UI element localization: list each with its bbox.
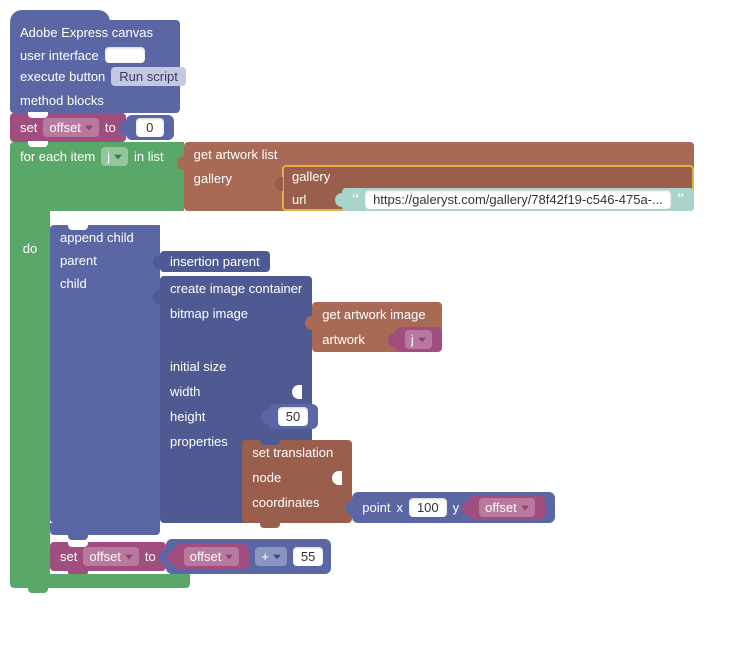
var-offset-dropdown-3[interactable]: offset	[83, 547, 139, 566]
set-offset-block[interactable]: set offset to 0	[10, 113, 738, 142]
append-child-bottom	[50, 523, 160, 535]
chevron-down-icon	[225, 554, 233, 560]
in-list-label: in list	[134, 149, 164, 164]
to-label-2: to	[145, 549, 156, 564]
url-string-block[interactable]: “ https://galeryst.com/gallery/78f42f19-…	[342, 188, 694, 211]
chevron-down-icon	[521, 505, 529, 511]
chevron-down-icon	[418, 337, 426, 343]
url-input[interactable]: https://galeryst.com/gallery/78f42f19-c5…	[365, 190, 671, 209]
gallery-label: gallery	[184, 167, 242, 211]
run-script-button[interactable]: Run script	[111, 67, 186, 86]
initial-size-label: initial size	[160, 354, 312, 379]
url-label: url	[282, 188, 342, 211]
height-label: height	[160, 404, 268, 429]
chevron-down-icon	[85, 125, 93, 131]
chevron-down-icon	[114, 154, 122, 160]
rhs-value[interactable]: 55	[293, 547, 323, 566]
ui-slot[interactable]	[105, 47, 145, 63]
parent-label: parent	[50, 250, 160, 273]
var-j-dropdown[interactable]: j	[101, 147, 128, 166]
get-artwork-list-title: get artwork list	[184, 142, 694, 167]
insertion-parent-block[interactable]: insertion parent	[160, 251, 270, 272]
node-label: node	[252, 470, 281, 485]
node-socket[interactable]	[332, 471, 342, 485]
var-offset-reporter-2[interactable]: offset	[174, 544, 250, 569]
artwork-label: artwork	[312, 327, 375, 352]
close-quote-icon: ”	[671, 191, 690, 209]
width-label: width	[170, 384, 200, 399]
var-j-dropdown-2[interactable]: j	[405, 330, 432, 349]
gallery-sub-block[interactable]: gallery url “ https://galeryst.com/galle…	[282, 165, 694, 211]
set-label: set	[20, 120, 37, 135]
append-child-block[interactable]: append child parent child insertion pare…	[50, 225, 555, 523]
create-image-container-block[interactable]: create image container bitmap image init…	[160, 276, 555, 523]
var-j-reporter[interactable]: j	[395, 327, 442, 352]
for-each-bottom	[10, 574, 190, 588]
child-label: child	[50, 273, 160, 301]
x-label: x	[396, 500, 403, 515]
create-image-title: create image container	[160, 276, 312, 301]
chevron-down-icon	[125, 554, 133, 560]
point-label: point	[362, 500, 390, 515]
gallery-inner-label: gallery	[282, 165, 694, 188]
set-translation-title: set translation	[242, 440, 352, 465]
get-artwork-image-block[interactable]: get artwork image artwork j	[312, 302, 554, 352]
x-value[interactable]: 100	[409, 498, 447, 517]
chevron-down-icon	[273, 554, 281, 560]
var-offset-dropdown-2[interactable]: offset	[479, 498, 535, 517]
properties-label: properties	[170, 434, 228, 449]
adobe-express-hat-block[interactable]: Adobe Express canvas user interface exec…	[10, 20, 180, 113]
do-arm: do	[10, 211, 50, 574]
set-label-2: set	[60, 549, 77, 564]
coordinates-label: coordinates	[242, 490, 352, 515]
get-artwork-image-title: get artwork image	[312, 302, 442, 327]
var-offset-dropdown-4[interactable]: offset	[184, 547, 240, 566]
math-add-block[interactable]: offset + 55	[166, 539, 332, 574]
height-value-block[interactable]: 50	[268, 404, 318, 429]
ui-label: user interface	[20, 48, 99, 63]
y-label: y	[453, 500, 460, 515]
for-each-label: for each item	[20, 149, 95, 164]
var-offset-dropdown[interactable]: offset	[43, 118, 99, 137]
bitmap-label: bitmap image	[160, 301, 312, 326]
for-each-block[interactable]: for each item j in list get artwork list…	[10, 142, 738, 211]
op-dropdown[interactable]: +	[255, 547, 287, 566]
var-offset-reporter[interactable]: offset	[469, 495, 545, 520]
execute-label: execute button	[20, 69, 105, 84]
methods-label: method blocks	[10, 88, 180, 113]
value-0[interactable]: 0	[126, 115, 174, 140]
open-quote-icon: “	[346, 191, 365, 209]
set-translation-block[interactable]: set translation node coordinates	[242, 440, 554, 523]
hat-title: Adobe Express canvas	[10, 20, 180, 45]
width-socket[interactable]	[292, 385, 302, 399]
get-artwork-list-block[interactable]: get artwork list gallery gallery url “ h…	[184, 142, 694, 211]
set-offset-increment-block[interactable]: set offset to offset	[50, 539, 555, 574]
append-child-title: append child	[50, 225, 160, 250]
point-block[interactable]: point x 100 y offset	[352, 492, 554, 523]
